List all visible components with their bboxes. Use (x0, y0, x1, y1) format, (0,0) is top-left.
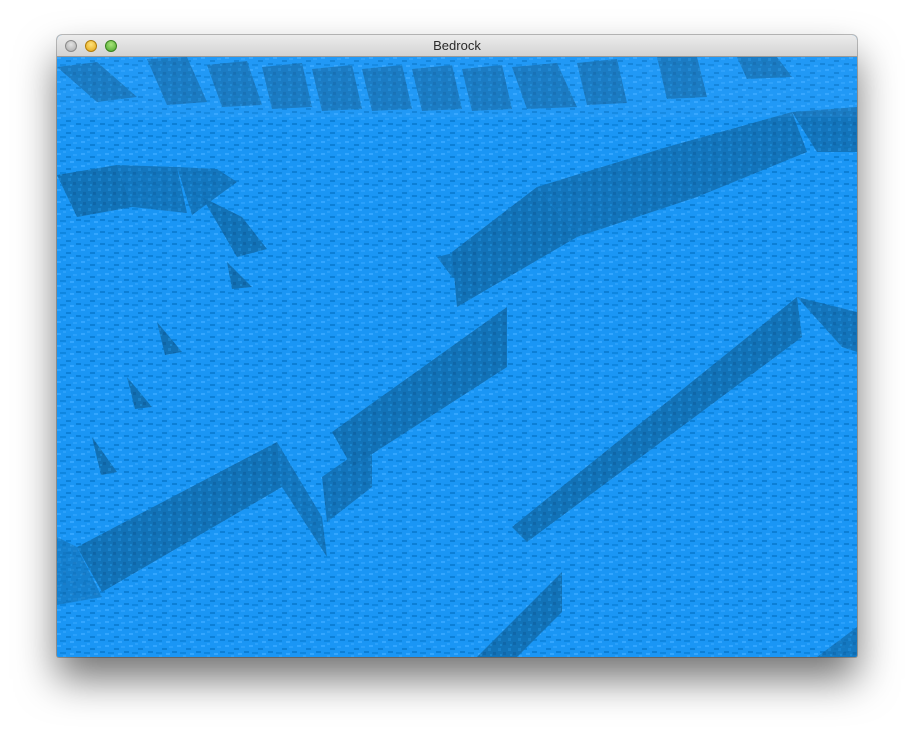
voxel-terrain-render (57, 57, 857, 657)
app-window: Bedrock (57, 35, 857, 657)
3d-viewport[interactable] (57, 57, 857, 657)
window-title: Bedrock (433, 38, 481, 53)
title-bar[interactable]: Bedrock (57, 35, 857, 57)
